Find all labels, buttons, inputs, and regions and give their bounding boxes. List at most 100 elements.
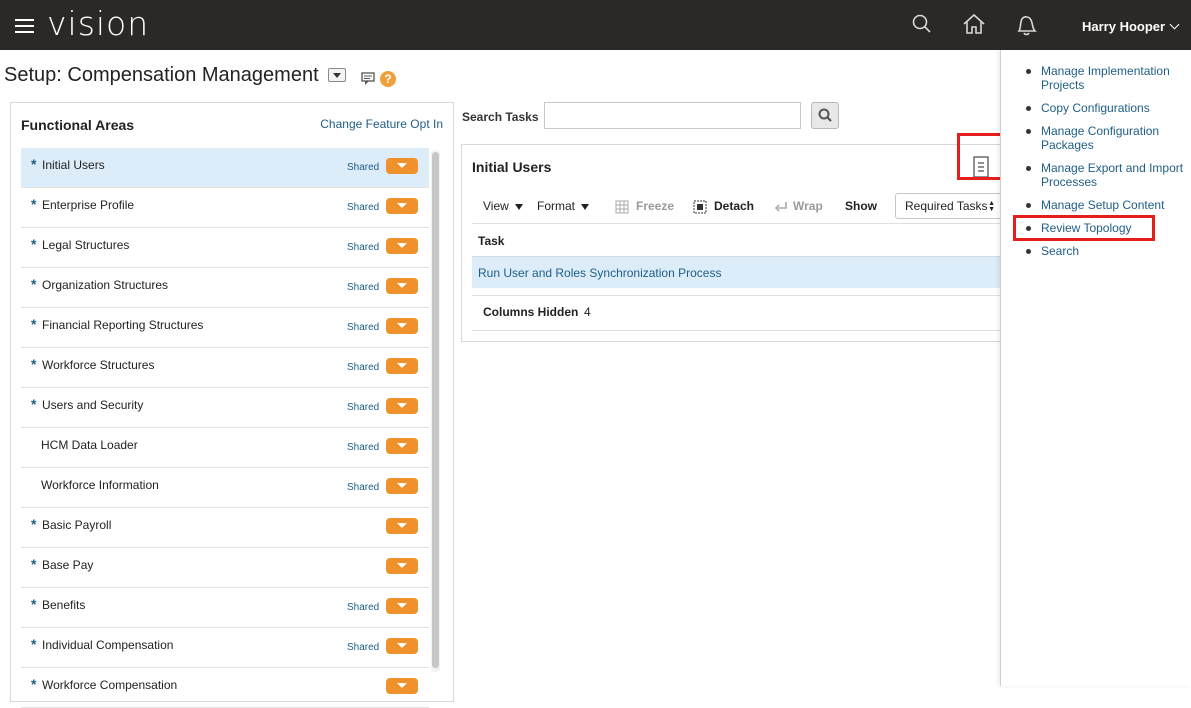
user-menu[interactable]: Harry Hooper [1082,19,1180,34]
area-actions-dropdown-button[interactable] [386,358,418,374]
functional-areas-scrollbar[interactable] [431,150,440,672]
search-link[interactable]: Search [1023,244,1185,258]
show-filter-value: Required Tasks [905,199,988,213]
show-filter-select[interactable]: Required Tasks ▲ ▼ [895,193,1002,219]
highlight-annotation-box [957,133,1003,180]
shared-badge: Shared [347,482,380,493]
table-row[interactable]: Run User and Roles Synchronization Proce… [472,256,1012,288]
required-indicator: * [31,156,37,172]
required-indicator: * [31,276,37,292]
area-actions-dropdown-button[interactable] [386,238,418,254]
functional-area-item[interactable]: * Workforce Compensation [21,668,429,708]
column-header-task[interactable]: Task [478,234,504,248]
functional-area-label: Organization Structures [42,278,169,292]
functional-area-label: Enterprise Profile [42,198,135,212]
functional-area-item[interactable]: * Basic Payroll [21,508,429,548]
functional-areas-list: * Initial Users Shared * Enterprise Prof… [21,148,429,708]
required-indicator: * [31,196,37,212]
area-actions-dropdown-button[interactable] [386,318,418,334]
functional-area-label: Individual Compensation [42,638,174,652]
functional-area-label: Basic Payroll [42,518,112,532]
view-menu-label: View [483,199,509,213]
search-icon[interactable] [909,12,935,38]
functional-area-item[interactable]: * Base Pay [21,548,429,588]
wrap-button[interactable]: Wrap [793,199,823,213]
columns-hidden-count: 4 [584,305,591,319]
hamburger-menu-icon[interactable] [15,19,34,33]
functional-area-item[interactable]: * Enterprise Profile Shared [21,188,429,228]
required-indicator: * [31,596,37,612]
area-actions-dropdown-button[interactable] [386,678,418,694]
functional-area-item[interactable]: HCM Data Loader Shared [21,428,429,468]
shared-badge: Shared [347,442,380,453]
area-actions-dropdown-button[interactable] [386,518,418,534]
messages-icon[interactable] [361,72,377,86]
area-actions-dropdown-button[interactable] [386,158,418,174]
manage-export-import-processes-link[interactable]: Manage Export and Import Processes [1023,161,1185,189]
functional-area-item[interactable]: Workforce Information Shared [21,468,429,508]
functional-area-label: Legal Structures [42,238,130,252]
manage-implementation-projects-link[interactable]: Manage Implementation Projects [1023,64,1185,92]
shared-badge: Shared [347,202,380,213]
detach-button[interactable]: Detach [714,199,754,213]
format-menu[interactable]: Format [537,199,590,213]
page-title: Setup: Compensation Management [4,64,319,86]
manage-setup-content-link[interactable]: Manage Setup Content [1023,198,1185,212]
shared-badge: Shared [347,642,380,653]
area-actions-dropdown-button[interactable] [386,278,418,294]
columns-hidden-label: Columns Hidden [483,305,579,319]
functional-area-label: Users and Security [42,398,144,412]
functional-area-item[interactable]: * Initial Users Shared [21,148,429,188]
search-tasks-label: Search Tasks [462,110,539,124]
shared-badge: Shared [347,322,380,333]
detach-icon [693,200,707,214]
functional-areas-title: Functional Areas [21,117,135,133]
task-link[interactable]: Run User and Roles Synchronization Proce… [478,266,721,280]
shared-badge: Shared [347,242,380,253]
view-menu[interactable]: View [483,199,523,213]
top-bar: vision Harry Hooper [0,0,1191,50]
functional-area-label: Financial Reporting Structures [42,318,204,332]
title-dropdown-button[interactable] [328,68,346,82]
shared-badge: Shared [347,402,380,413]
functional-area-item[interactable]: * Legal Structures Shared [21,228,429,268]
brand-logo[interactable]: vision [47,4,149,43]
notifications-bell-icon[interactable] [1013,12,1039,38]
search-icon [818,108,832,122]
functional-area-item[interactable]: * Financial Reporting Structures Shared [21,308,429,348]
freeze-icon [615,200,629,214]
home-icon[interactable] [961,12,987,38]
area-actions-dropdown-button[interactable] [386,558,418,574]
functional-area-label: Base Pay [42,558,94,572]
functional-area-item[interactable]: * Individual Compensation Shared [21,628,429,668]
change-feature-opt-in-link[interactable]: Change Feature Opt In [320,117,443,131]
freeze-button[interactable]: Freeze [636,199,674,213]
initial-users-panel: Initial Users View Format Freeze Detach … [461,144,1021,342]
shared-badge: Shared [347,602,380,613]
functional-area-label: HCM Data Loader [41,438,138,452]
required-indicator: * [31,676,37,692]
search-tasks-button[interactable] [811,102,839,129]
required-indicator: * [31,316,37,332]
required-indicator: * [31,516,37,532]
functional-area-item[interactable]: * Organization Structures Shared [21,268,429,308]
functional-area-item[interactable]: * Users and Security Shared [21,388,429,428]
area-actions-dropdown-button[interactable] [386,398,418,414]
help-icon[interactable]: ? [380,71,396,87]
search-tasks-input[interactable] [544,102,801,129]
area-actions-dropdown-button[interactable] [386,478,418,494]
area-actions-dropdown-button[interactable] [386,598,418,614]
copy-configurations-link[interactable]: Copy Configurations [1023,101,1185,115]
area-actions-dropdown-button[interactable] [386,638,418,654]
table-toolbar: View Format Freeze Detach Wrap Show Requ… [472,193,1002,219]
tasks-side-panel: Manage Implementation Projects Copy Conf… [1000,50,1191,686]
area-actions-dropdown-button[interactable] [386,198,418,214]
shared-badge: Shared [347,282,380,293]
functional-area-label: Workforce Compensation [42,678,178,692]
area-actions-dropdown-button[interactable] [386,438,418,454]
manage-configuration-packages-link[interactable]: Manage Configuration Packages [1023,124,1185,152]
scrollbar-thumb[interactable] [432,152,439,668]
required-indicator: * [31,396,37,412]
functional-area-item[interactable]: * Benefits Shared [21,588,429,628]
functional-area-item[interactable]: * Workforce Structures Shared [21,348,429,388]
